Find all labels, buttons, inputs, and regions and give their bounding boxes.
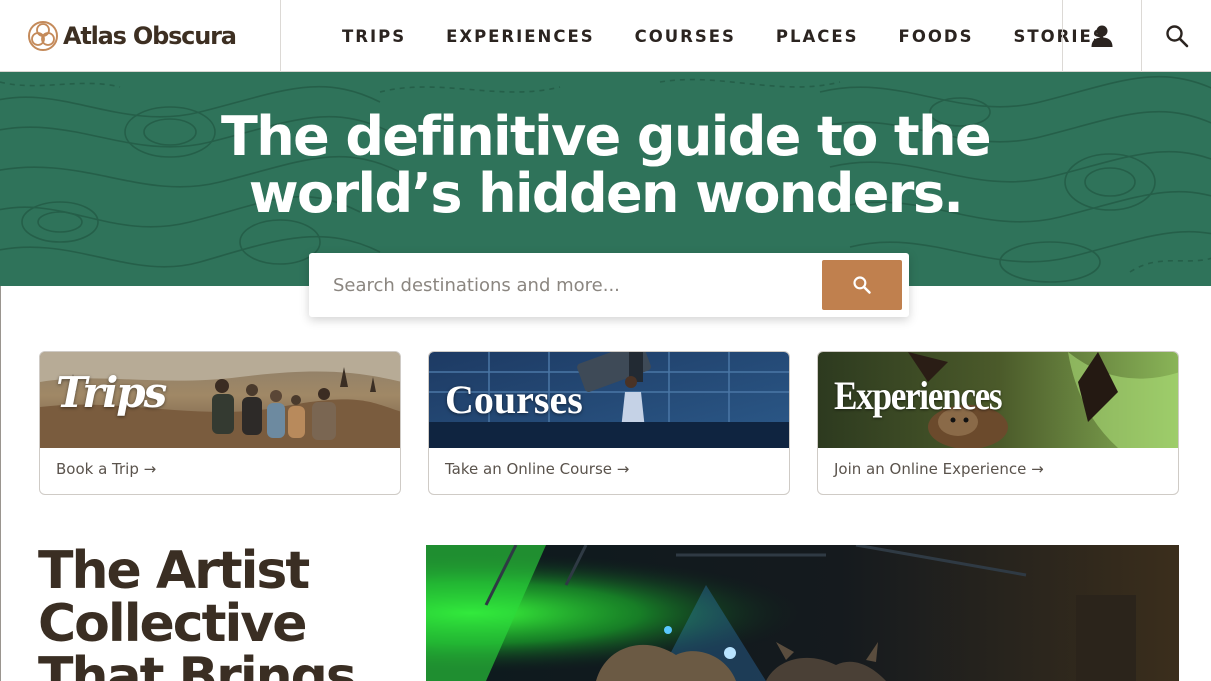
account-button[interactable] xyxy=(1063,0,1141,72)
courses-card-image: Courses xyxy=(429,352,789,448)
online-course-link[interactable]: Take an Online Course → xyxy=(445,460,629,478)
trips-card-word: Trips xyxy=(56,368,167,417)
nav-foods[interactable]: FOODS xyxy=(899,27,974,46)
courses-card-word: Courses xyxy=(445,377,583,422)
experiences-card[interactable]: Experiences Join an Online Experience → xyxy=(817,351,1179,495)
book-trip-link[interactable]: Book a Trip → xyxy=(56,460,156,478)
feature-story-image[interactable] xyxy=(426,545,1179,681)
search-input[interactable] xyxy=(309,253,809,317)
experiences-card-image: Experiences xyxy=(818,352,1178,448)
hero-title-line-1: The definitive guide to the xyxy=(221,105,992,168)
online-experience-link[interactable]: Join an Online Experience → xyxy=(834,460,1044,478)
nav-experiences[interactable]: EXPERIENCES xyxy=(446,27,595,46)
nav-courses[interactable]: COURSES xyxy=(635,27,736,46)
trips-card-image: Trips xyxy=(40,352,400,448)
courses-card[interactable]: Courses Take an Online Course → xyxy=(428,351,790,495)
hero-title-line-2: world’s hidden wonders. xyxy=(248,162,964,225)
main-menu: TRIPS EXPERIENCES COURSES PLACES FOODS S… xyxy=(342,0,1107,72)
experiences-card-word: Experiences xyxy=(834,373,1003,418)
user-icon xyxy=(1091,25,1113,47)
nav-trips[interactable]: TRIPS xyxy=(342,27,406,46)
logo-text: Atlas Obscura xyxy=(63,22,237,50)
atlas-obscura-logo-icon xyxy=(28,21,58,51)
search-submit-button[interactable] xyxy=(822,260,902,310)
nav-search-button[interactable] xyxy=(1142,0,1211,72)
search-icon xyxy=(1165,25,1188,48)
trips-card[interactable]: Trips Book a Trip → xyxy=(39,351,401,495)
feature-story-title[interactable]: The Artist Collective That Brings xyxy=(38,545,398,681)
search-icon xyxy=(853,276,871,294)
nav-divider xyxy=(280,0,281,72)
nav-places[interactable]: PLACES xyxy=(776,27,859,46)
hero-search-box xyxy=(309,253,909,317)
stage-performance-illustration xyxy=(426,545,1179,681)
logo[interactable]: Atlas Obscura xyxy=(27,18,237,54)
hero-title: The definitive guide to the world’s hidd… xyxy=(0,108,1211,222)
top-navigation: Atlas Obscura TRIPS EXPERIENCES COURSES … xyxy=(0,0,1211,72)
